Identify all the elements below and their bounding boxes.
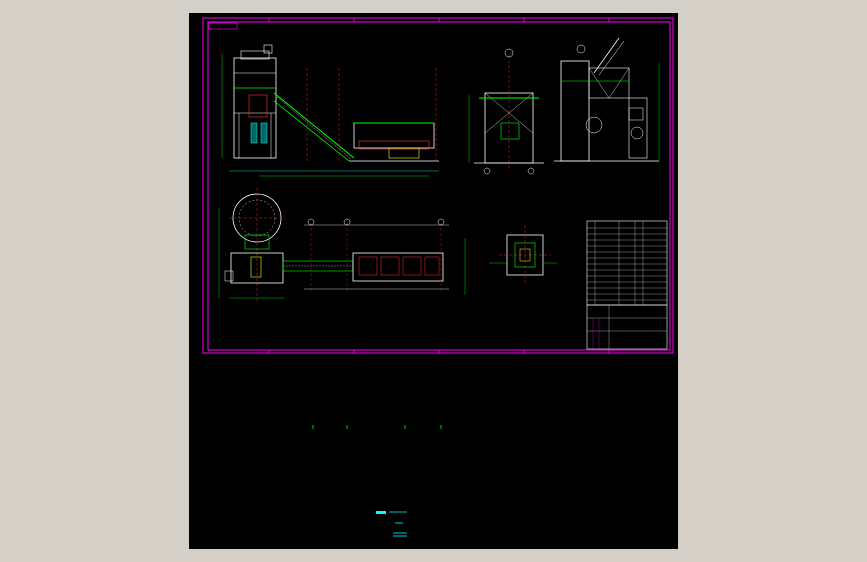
stamp: [376, 511, 407, 537]
title-block: [586, 304, 668, 350]
plan-view: [218, 188, 466, 303]
side-elevation-b: [554, 37, 660, 162]
parts-table: [586, 220, 668, 306]
cad-viewer: [0, 0, 867, 562]
drawing-canvas[interactable]: [189, 13, 678, 549]
sheet-tag-box: [208, 22, 238, 30]
side-elevation-a: [468, 48, 544, 175]
stray-marks: [312, 425, 442, 429]
cad-drawing: [202, 17, 674, 537]
inner-frame: [207, 21, 671, 351]
detail-section: [489, 225, 557, 285]
elevation-view: [221, 44, 439, 177]
frame-ticks: [268, 18, 610, 353]
